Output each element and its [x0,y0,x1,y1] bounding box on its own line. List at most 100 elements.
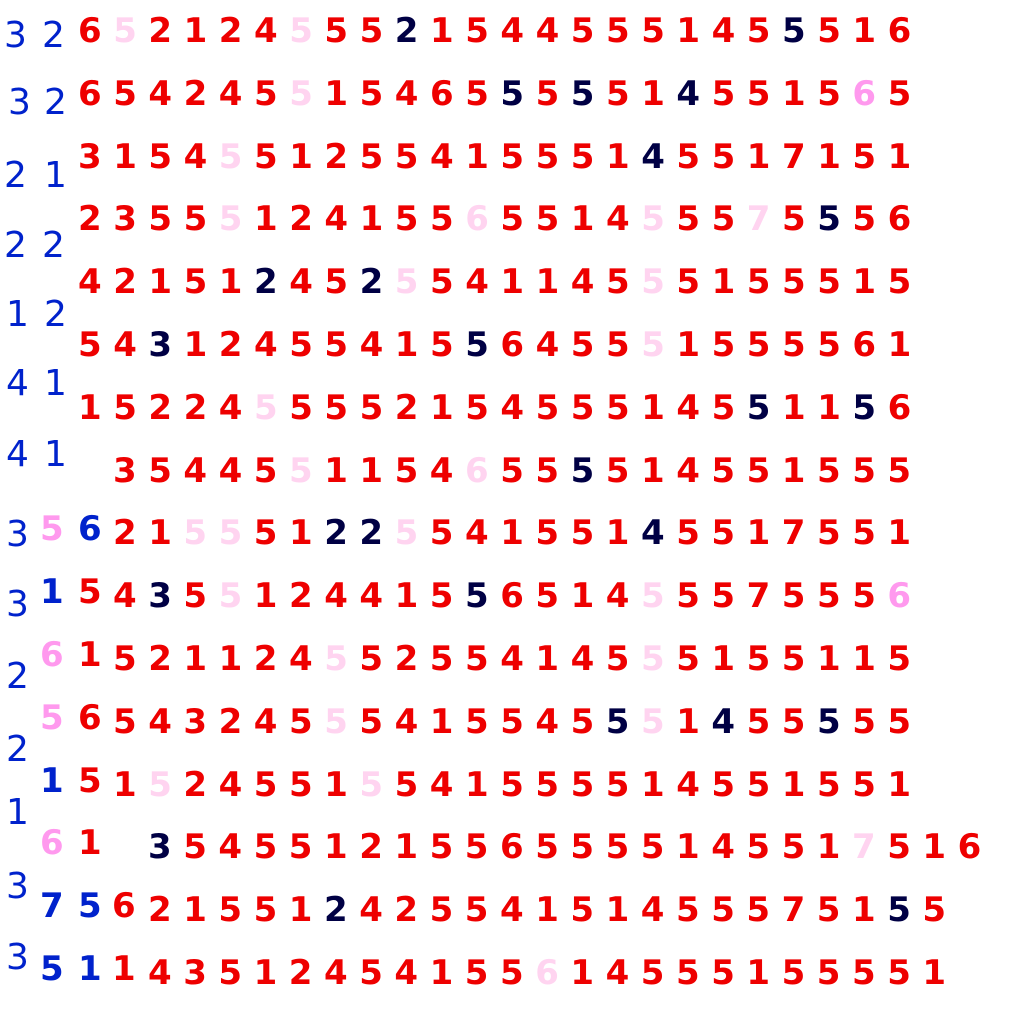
grid-digit: 5 [817,450,841,491]
grid-digit: 5 [570,136,595,177]
grid-digit: 5 [746,827,771,868]
grid-digit: 5 [817,701,841,742]
grid-digit: 5 [746,262,771,303]
grid-digit: 5 [676,199,701,240]
grid-digit: 4 [78,262,102,303]
grid-digit: 5 [570,450,595,491]
grid-digit: 5 [711,325,736,365]
grid-digit: 5 [253,764,278,805]
grid-digit: 4 [500,11,525,51]
grid-digit: 2 [148,890,172,931]
grid-digit: 6 [465,450,489,491]
side-label: 3 [6,514,29,555]
grid-digit: 4 [641,136,665,177]
grid-digit: 1 [852,11,877,51]
grid-digit: 1 [782,387,806,428]
grid-digit: 5 [887,953,911,993]
grid-digit: 1 [394,325,419,365]
grid-digit: 4 [570,262,595,303]
grid-digit: 5 [289,387,313,428]
grid-digit: 4 [535,325,560,365]
grid-digit: 5 [359,953,383,993]
grid-digit: 5 [641,11,665,51]
grid-digit: 5 [429,576,454,617]
grid-digit: 1 [500,513,524,554]
grid-digit: 5 [711,387,736,428]
grid-digit: 5 [394,262,419,303]
grid-digit: 4 [676,387,701,428]
grid-digit: 5 [887,262,912,303]
grid-digit: 4 [606,199,630,240]
grid-digit: 1 [218,262,243,303]
grid-digit: 1 [922,953,947,993]
grid-digit: 5 [817,11,841,51]
grid-digit: 2 [113,262,137,303]
grid-digit: 5 [253,890,278,931]
grid-digit: 6 [535,953,559,993]
grid-digit: 5 [535,199,560,240]
grid-digit: 1 [887,513,912,554]
grid-digit: 5 [500,701,524,742]
grid-digit: 5 [711,450,736,491]
grid-digit: 5 [324,11,349,51]
grid-digit: 5 [852,136,877,177]
grid-digit: 3 [183,701,208,742]
grid-digit: 5 [394,199,419,240]
grid-digit: 4 [289,262,313,303]
grid-digit: 5 [254,73,278,114]
grid-digit: 5 [359,639,384,679]
grid-digit: 5 [676,136,701,177]
side-label: 1 [6,294,29,335]
grid-digit: 5 [887,701,912,742]
grid-digit: 1 [288,890,313,931]
grid-digit: 4 [570,639,595,679]
margin-digit: 6 [78,509,102,550]
grid-digit: 5 [500,73,525,114]
grid-digit: 1 [429,701,454,742]
grid-digit: 2 [394,639,419,679]
grid-digit: 1 [676,701,700,742]
grid-digit: 5 [711,764,736,805]
grid-digit: 4 [465,262,489,303]
grid-digit: 5 [640,953,665,993]
grid-digit: 5 [289,764,313,805]
grid-digit: 5 [148,136,173,177]
grid-digit: 1 [641,73,665,114]
grid-digit: 5 [711,136,736,177]
grid-digit: 4 [183,450,208,491]
grid-digit: 5 [535,827,559,868]
grid-digit: 1 [817,387,841,428]
grid-digit: 5 [570,827,595,868]
grid-digit: 5 [430,199,454,240]
grid-digit: 5 [535,576,560,617]
grid-digit: 4 [253,701,278,742]
grid-digit: 5 [746,325,771,365]
grid-digit: 5 [113,73,137,114]
grid-digit: 7 [781,890,806,931]
grid-digit: 5 [253,513,278,554]
grid-digit: 5 [183,513,208,554]
grid-digit: 1 [253,576,278,617]
grid-digit: 5 [464,890,489,931]
grid-digit: 5 [148,450,172,491]
grid-digit: 5 [464,953,489,993]
grid-digit: 5 [852,513,876,554]
grid-digit: 4 [535,11,560,51]
grid-digit: 6 [852,73,877,114]
grid-digit: 1 [218,639,243,679]
grid-digit: 5 [887,73,912,114]
margin-digit: 5 [78,572,102,613]
side-label: 4 [6,434,29,475]
grid-digit: 5 [218,953,243,993]
grid-digit: 1 [183,325,208,365]
side-label: 2 [6,729,29,770]
grid-digit: 1 [289,513,313,554]
grid-digit: 1 [254,199,278,240]
grid-digit: 5 [148,764,172,805]
grid-digit: 6 [500,827,524,868]
margin-digit: 1 [78,635,102,675]
grid-digit: 5 [113,639,137,679]
grid-digit: 4 [359,576,384,617]
grid-digit: 5 [746,890,771,931]
grid-digit: 5 [746,639,771,679]
